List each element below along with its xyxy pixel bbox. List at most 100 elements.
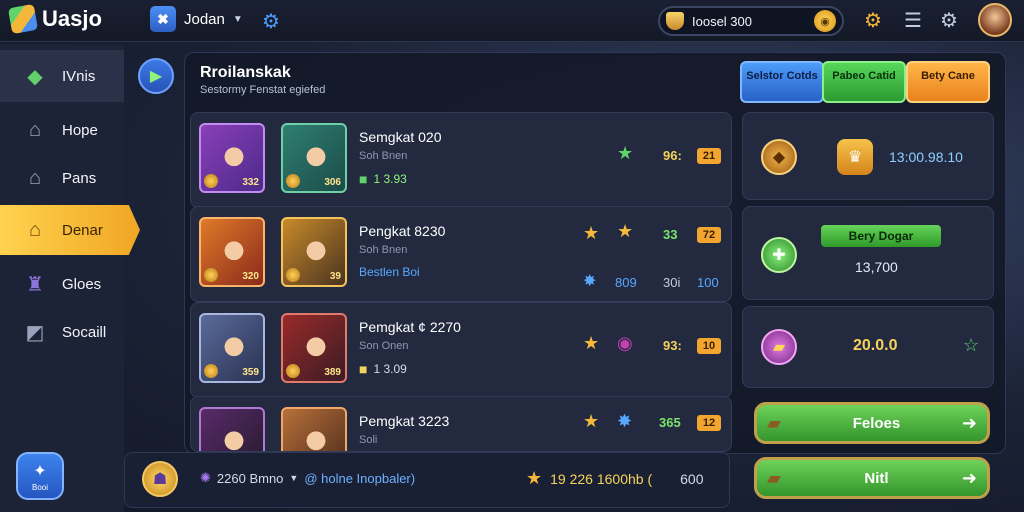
row-name: Pengkat 8230 (359, 223, 446, 239)
tab-pabeo-catid[interactable]: Pabeo Catid (822, 61, 906, 103)
castle-icon: ♜ (26, 273, 44, 296)
bottom-right-number: 600 (680, 470, 704, 487)
rank-badge-icon (286, 174, 300, 188)
sidebar-item-pans[interactable]: ⌂ Pans (0, 152, 124, 204)
sidebar-item-ivnis[interactable]: ◆ IVnis (0, 50, 124, 102)
row-info-value: Bestlen Boi (359, 265, 420, 279)
hero-card[interactable] (199, 407, 265, 451)
star-icon: ★ (583, 223, 600, 243)
crystal-icon: ✦ (33, 462, 47, 480)
bottom-status: ✺ 2260 Bmno ▼ @ holne Inopbaler) (200, 470, 415, 486)
row-info: ■ 1 3.93 (359, 171, 407, 187)
coin-icon: ◉ (814, 10, 836, 32)
hero-card[interactable]: 389 (281, 313, 347, 383)
row-sub: Soh Bnen (359, 150, 408, 162)
sidebar-item-label: Socaill (62, 323, 107, 341)
bottom-right-stats: ★ 19 226 1600hb ( 600 (526, 468, 703, 489)
hero-portrait (215, 327, 253, 371)
gear-gold-icon[interactable]: ⚙ (864, 8, 882, 33)
user-avatar: ✖ (150, 6, 176, 32)
hero-card[interactable]: 306 (281, 123, 347, 193)
house-icon: ⌂ (28, 218, 42, 241)
house-icon: ⌂ (28, 118, 42, 141)
chevron-down-icon[interactable]: ▼ (289, 473, 298, 483)
row-info-value: 1 3.93 (373, 172, 407, 186)
card-level: 320 (242, 271, 259, 282)
row-name: Semgkat 020 (359, 129, 442, 145)
shield-icon (666, 12, 684, 30)
play-button[interactable]: ▶ (138, 58, 174, 94)
row-sub: Son Onen (359, 340, 409, 352)
card-level: 39 (329, 271, 341, 282)
row-box: 10 (697, 338, 721, 354)
reward-value: 20.0.0 (853, 337, 898, 354)
tab-selstor-cotds[interactable]: Selstor Cotds (740, 61, 824, 103)
bottom-link[interactable]: @ holne Inopbaler) (304, 471, 415, 486)
button-label: Feloes (852, 414, 901, 432)
reward-card-2[interactable]: ✚ Bery Dogar 13,700 (742, 206, 994, 300)
gem-icon: ◉ (617, 333, 633, 353)
list-row-3[interactable]: 359 389 Pemgkat ¢ 2270 Son Onen ■ 1 3.09… (190, 302, 732, 398)
card-level: 306 (324, 177, 341, 188)
hero-card[interactable]: 332 (199, 123, 265, 193)
currency-label: Ioosel 300 (692, 13, 752, 29)
scroll-icon: ▰ (767, 412, 781, 433)
profile-avatar[interactable] (978, 3, 1012, 37)
sidebar-item-label: IVnis (62, 67, 96, 85)
hero-portrait (297, 137, 335, 181)
list-row-4[interactable]: Pemgkat 3223 Soli ★ ✸ 365 12 (190, 396, 732, 452)
panel-title: Rroilanskak (200, 64, 291, 81)
play-icon: ▶ (149, 68, 163, 85)
corner-action-button[interactable]: ✦ Booi (16, 452, 64, 500)
row-sub: Soli (359, 434, 378, 446)
bottom-right-text: 19 226 1600hb ( (550, 470, 653, 487)
row-stat: 100 (697, 275, 719, 290)
star-icon: ★ (617, 143, 634, 163)
sidebar-item-socaill[interactable]: ◩ Socaill (0, 306, 124, 358)
reward-card-3[interactable]: ▰ 20.0.0 ☆ (742, 306, 994, 388)
card-level: 359 (242, 367, 259, 378)
sidebar-item-label: Hope (62, 121, 98, 139)
sidebar-item-label: Pans (62, 169, 97, 187)
row-name: Pemgkat ¢ 2270 (359, 319, 461, 335)
hero-portrait (297, 421, 335, 451)
list-row-1[interactable]: 332 306 Semgkat 020 Soh Bnen ■ 1 3.93 ★ … (190, 112, 732, 208)
feloes-button[interactable]: ▰ Feloes ➜ (754, 402, 990, 444)
settings-gear-icon[interactable]: ⚙ (262, 9, 280, 34)
corner-button-label: Booi (31, 482, 48, 492)
hero-portrait (215, 137, 253, 181)
user-menu[interactable]: ✖ Jodan ▼ (150, 6, 243, 32)
sidebar-item-hope[interactable]: ⌂ Hope (0, 104, 124, 156)
arrow-right-icon: ➜ (961, 467, 977, 488)
sidebar-item-denar[interactable]: ⌂ Denar (0, 205, 140, 255)
row-box: 21 (697, 148, 721, 164)
sidebar-item-gloes[interactable]: ♜ Gloes (0, 258, 124, 310)
currency-display[interactable]: Ioosel 300 ◉ (658, 6, 844, 36)
hero-card[interactable]: 39 (281, 217, 347, 287)
settings-icon[interactable]: ⚙ (940, 8, 958, 33)
hero-card[interactable]: 359 (199, 313, 265, 383)
list-row-2[interactable]: 320 39 Pengkat 8230 Soh Bnen Bestlen Boi… (190, 206, 732, 302)
shield-icon: ■ (359, 171, 368, 187)
bottom-avatar[interactable]: ☗ (142, 461, 178, 497)
tab-bety-cane[interactable]: Bety Cane (906, 61, 990, 103)
hero-portrait (297, 327, 335, 371)
card-level: 389 (324, 367, 341, 378)
sidebar-item-label: Denar (62, 221, 103, 239)
reward-card-1[interactable]: ◆ ♛ 13:00.98.10 (742, 112, 994, 200)
hero-card[interactable] (281, 407, 347, 451)
row-info: ■ 1 3.09 (359, 361, 407, 377)
row-info-value: 1 3.09 (373, 362, 407, 376)
row-stat: 30i (663, 275, 681, 290)
snowflake-icon: ✸ (583, 273, 597, 290)
rank-badge-icon (286, 268, 300, 282)
app-logo[interactable]: Uasjo (7, 3, 102, 35)
row-name: Pemgkat 3223 (359, 413, 450, 429)
row-number: 93: (663, 338, 682, 353)
menu-icon[interactable]: ☰ (904, 8, 922, 33)
hero-card[interactable]: 320 (199, 217, 265, 287)
scroll-icon: ▰ (767, 467, 781, 488)
nitl-button[interactable]: ▰ Nitl ➜ (754, 457, 990, 499)
hero-portrait (215, 421, 253, 451)
sidebar-item-label: Gloes (62, 275, 102, 293)
